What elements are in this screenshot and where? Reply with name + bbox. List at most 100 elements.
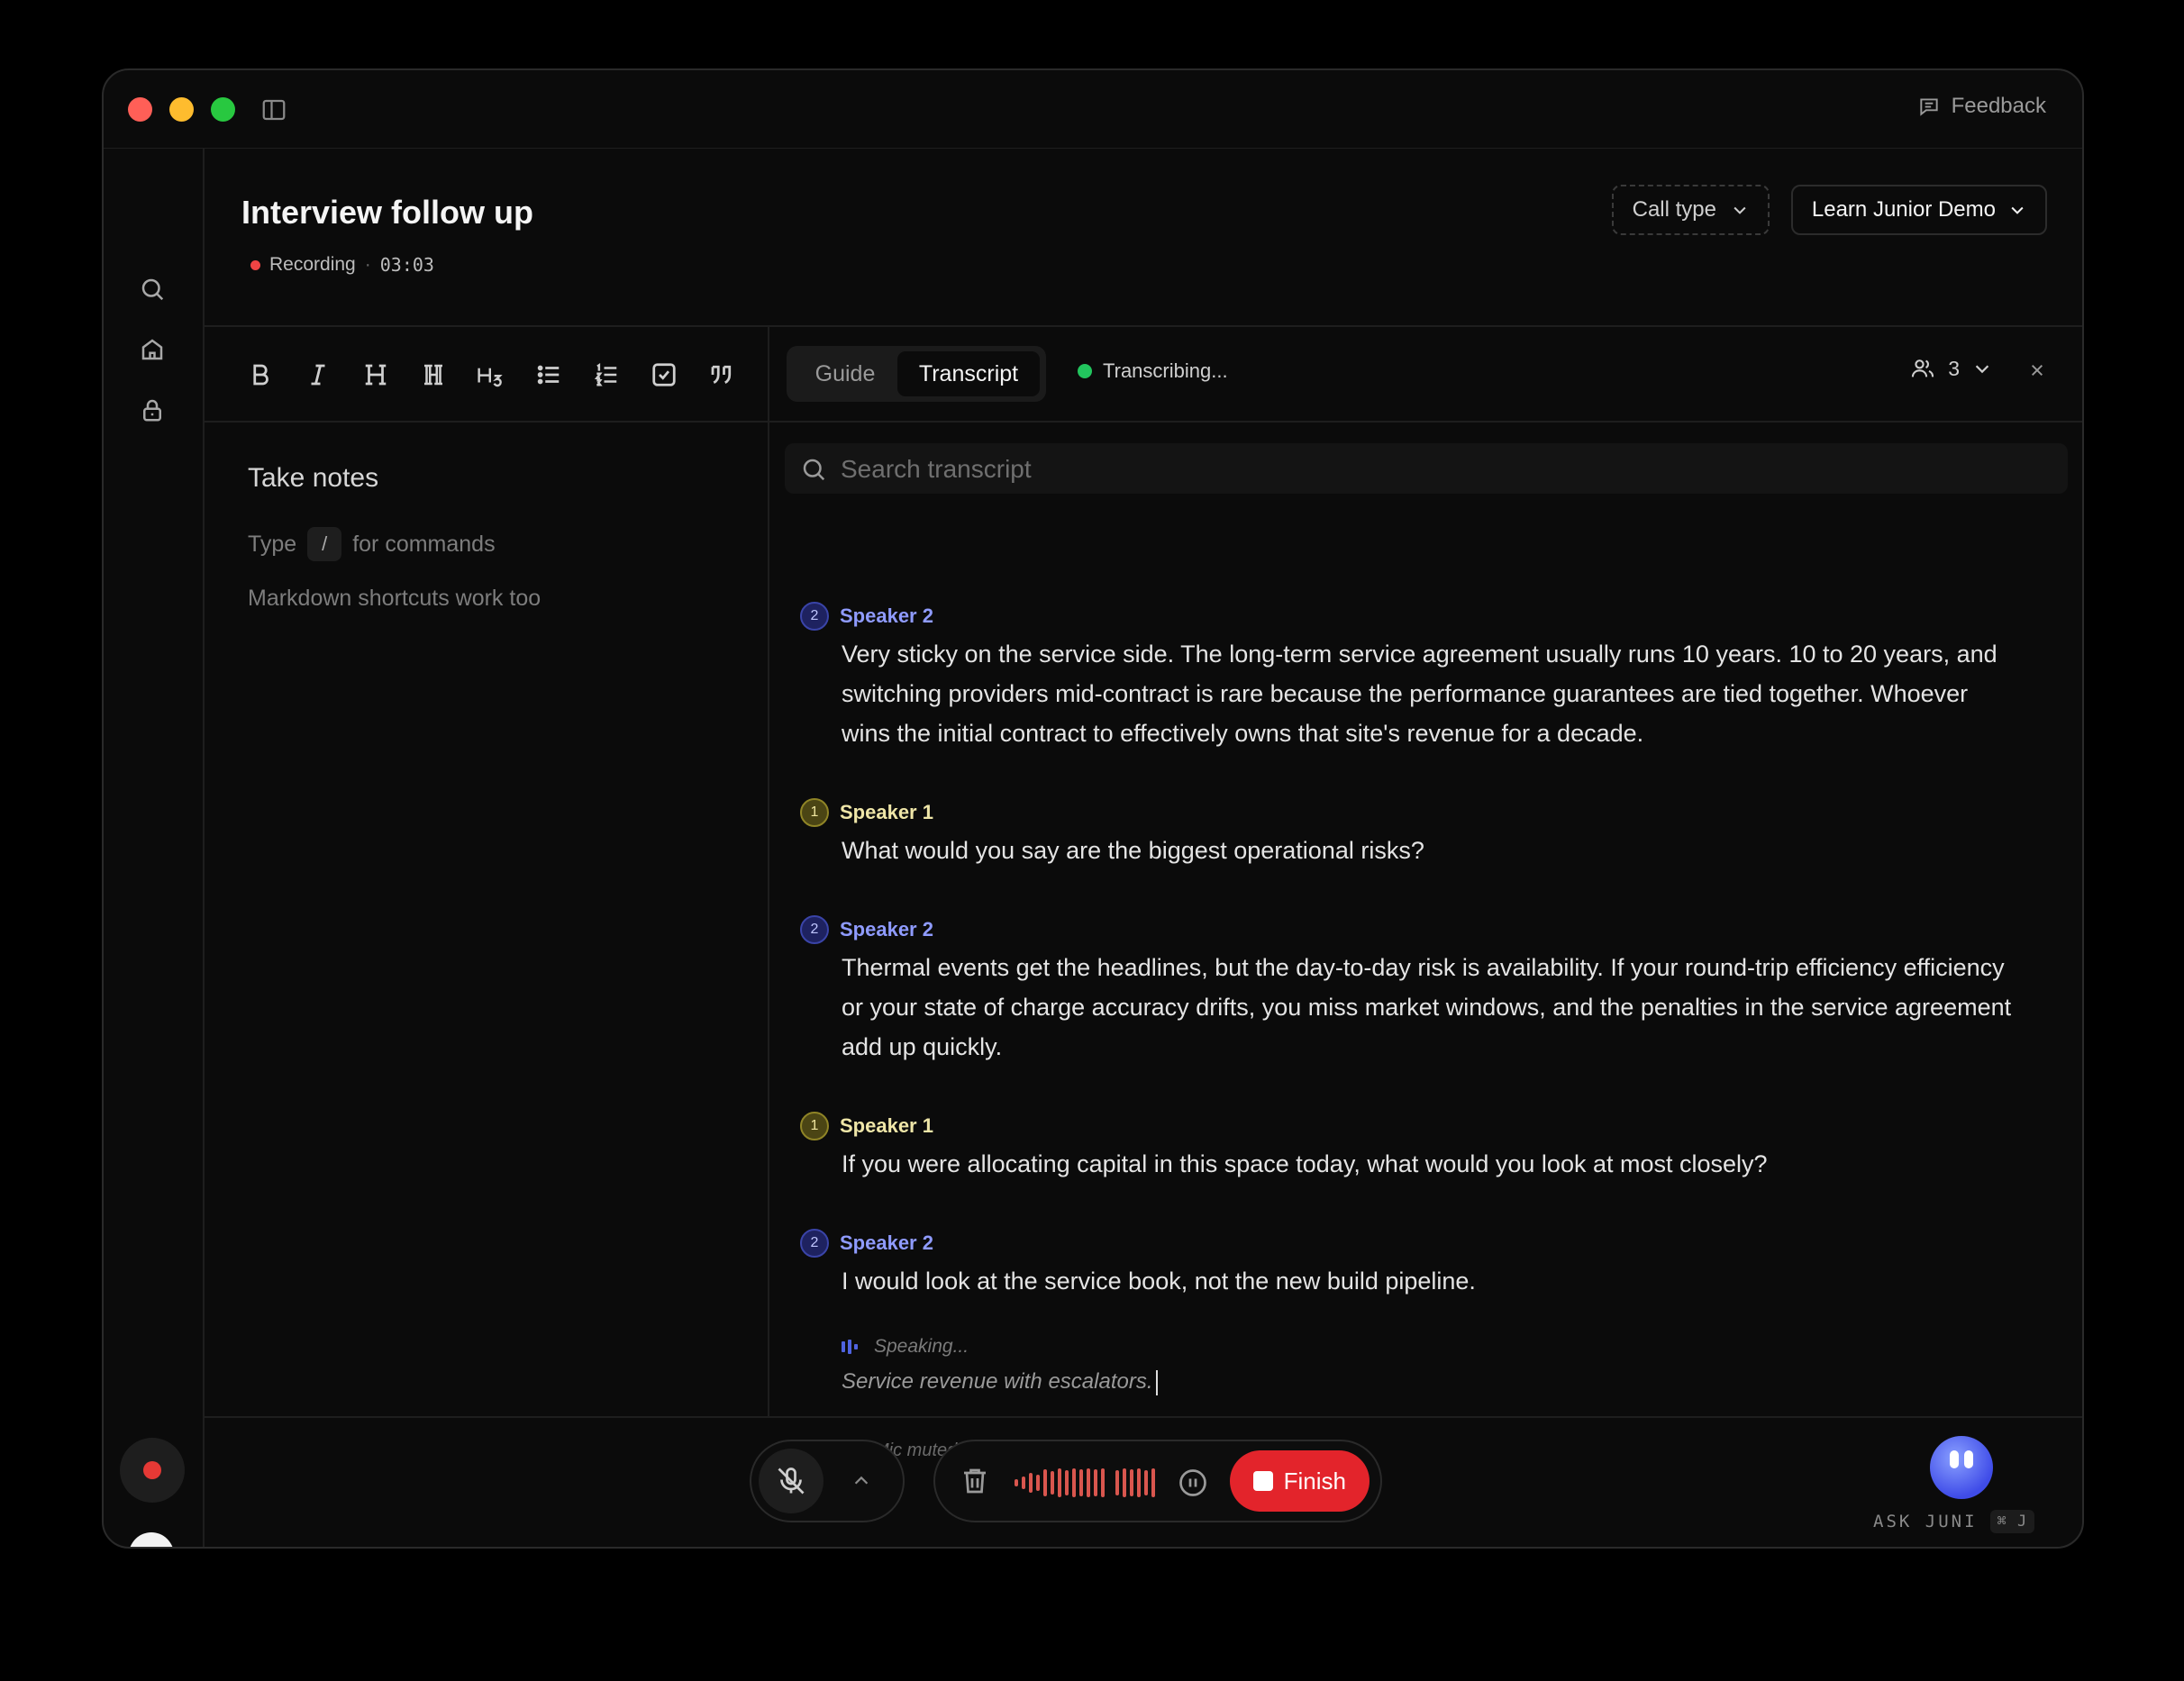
left-rail: I — [104, 149, 205, 1547]
markdown-hint: Markdown shortcuts work too — [248, 586, 541, 611]
transcript-header: Guide Transcript Transcribing... 3 — [769, 327, 2082, 423]
heading-1-icon[interactable] — [359, 359, 392, 391]
pause-icon[interactable] — [1177, 1467, 1209, 1504]
mute-toggle-button[interactable] — [759, 1449, 824, 1513]
sidebar-toggle-icon[interactable] — [260, 96, 287, 128]
bullet-list-icon[interactable] — [532, 359, 565, 391]
title-bar: Feedback — [104, 70, 2082, 149]
call-type-dropdown[interactable]: Call type — [1611, 185, 1770, 235]
juni-assistant-icon[interactable] — [1930, 1436, 1993, 1499]
recording-timer: 03:03 — [379, 254, 434, 276]
transcribing-label: Transcribing... — [1103, 359, 1228, 382]
juni-eye-icon — [1964, 1450, 1973, 1468]
audio-bars-icon — [842, 1340, 858, 1354]
speaker-label: 2 Speaker 2 — [800, 1229, 933, 1258]
notes-heading[interactable]: Take notes — [248, 463, 378, 494]
message-icon — [1919, 98, 1938, 116]
hint-prefix: Type — [248, 531, 297, 557]
template-dropdown[interactable]: Learn Junior Demo — [1790, 185, 2047, 235]
recording-status: Recording · 03:03 — [250, 254, 434, 276]
trash-icon[interactable] — [959, 1465, 991, 1502]
italic-icon[interactable] — [302, 359, 334, 391]
checklist-icon[interactable] — [648, 359, 680, 391]
ask-juni-label: ASK JUNI — [1873, 1512, 1978, 1531]
speaker-label: 1 Speaker 1 — [800, 798, 933, 827]
record-dot-icon — [143, 1461, 161, 1479]
users-icon — [1912, 359, 1934, 377]
recording-label: Recording — [269, 254, 356, 275]
finish-button[interactable]: Finish — [1229, 1450, 1370, 1512]
speaker-badge: 2 — [800, 1229, 829, 1258]
notes-pane: Take notes Type / for commands Markdown … — [205, 327, 769, 1416]
message-text: Very sticky on the service side. The lon… — [842, 641, 1997, 747]
search-input[interactable] — [839, 443, 2059, 495]
maximize-window-button[interactable] — [211, 97, 235, 122]
message-text: If you were allocating capital in this s… — [842, 1150, 1768, 1177]
speaker-name: Speaker 2 — [840, 1231, 933, 1254]
transcript-pane: Guide Transcript Transcribing... 3 Searc… — [769, 327, 2082, 1460]
lock-icon[interactable] — [138, 395, 167, 424]
avatar[interactable]: I — [129, 1532, 174, 1547]
speaker-badge: 1 — [800, 1112, 829, 1140]
tab-transcript[interactable]: Transcript — [897, 351, 1040, 396]
chevron-down-icon — [1975, 365, 1989, 374]
mic-off-icon — [778, 1467, 805, 1495]
speaker-name: Speaker 2 — [840, 918, 933, 940]
feedback-button[interactable]: Feedback — [1917, 94, 2046, 119]
speaker-badge: 2 — [800, 915, 829, 944]
ask-juni-button[interactable]: ASK JUNI ⌘ J — [1873, 1510, 2035, 1533]
recording-control-group: Finish — [933, 1440, 1382, 1522]
chevron-down-icon — [2011, 206, 2024, 214]
separator: · — [364, 254, 371, 275]
status-dot-icon — [1078, 364, 1092, 378]
chevron-down-icon — [1734, 206, 1746, 214]
juni-eye-icon — [1950, 1450, 1959, 1468]
search-icon — [803, 459, 825, 481]
speaker-name: Speaker 2 — [840, 604, 933, 627]
speaker-label: 2 Speaker 2 — [800, 915, 933, 944]
speaker-name: Speaker 1 — [840, 1114, 933, 1137]
transcribing-status: Transcribing... — [1078, 359, 1228, 383]
participants-count: 3 — [1948, 356, 1960, 380]
mic-control-group — [750, 1440, 905, 1522]
tab-group: Guide Transcript — [787, 346, 1046, 402]
finish-label: Finish — [1283, 1467, 1346, 1495]
speaker-badge: 2 — [800, 602, 829, 631]
close-window-button[interactable] — [128, 97, 152, 122]
slash-key: / — [307, 527, 342, 561]
speaker-label: 2 Speaker 2 — [800, 602, 933, 631]
minimize-window-button[interactable] — [169, 97, 194, 122]
control-bar: Finish ASK JUNI ⌘ J — [205, 1416, 2082, 1547]
notes-hint: Type / for commands — [248, 527, 496, 561]
speaking-label: Speaking... — [874, 1336, 969, 1357]
record-button[interactable] — [120, 1438, 185, 1503]
search-icon[interactable] — [138, 275, 167, 304]
quote-icon[interactable] — [705, 359, 738, 391]
feedback-label: Feedback — [1951, 94, 2046, 118]
recording-dot-icon — [250, 259, 260, 270]
bold-icon[interactable] — [244, 359, 277, 391]
tab-guide[interactable]: Guide — [796, 351, 895, 396]
page-header: Interview follow up Recording · 03:03 Ca… — [205, 149, 2082, 327]
speaker-badge: 1 — [800, 798, 829, 827]
speaker-name: Speaker 1 — [840, 801, 933, 823]
heading-2-icon[interactable] — [417, 359, 450, 391]
home-icon[interactable] — [138, 335, 167, 364]
chevron-up-icon[interactable] — [845, 1465, 878, 1497]
heading-3-icon[interactable] — [475, 359, 507, 391]
speaker-label: 1 Speaker 1 — [800, 1112, 933, 1140]
call-type-label: Call type — [1632, 197, 1716, 222]
close-icon[interactable] — [2026, 359, 2048, 381]
app-window: Feedback I Interview follow up Recording… — [102, 68, 2084, 1549]
hint-suffix: for commands — [352, 531, 496, 557]
message-text: Thermal events get the headlines, but th… — [842, 954, 2012, 1060]
message-text: What would you say are the biggest opera… — [842, 837, 1424, 864]
participants-dropdown[interactable]: 3 — [1910, 356, 1992, 381]
formatting-toolbar — [205, 327, 768, 423]
page-title: Interview follow up — [241, 194, 534, 231]
transcript-search — [785, 443, 2068, 495]
template-label: Learn Junior Demo — [1811, 197, 1996, 222]
numbered-list-icon[interactable] — [590, 359, 623, 391]
ask-juni-shortcut: ⌘ J — [1989, 1510, 2035, 1533]
text-caret — [1155, 1369, 1158, 1395]
